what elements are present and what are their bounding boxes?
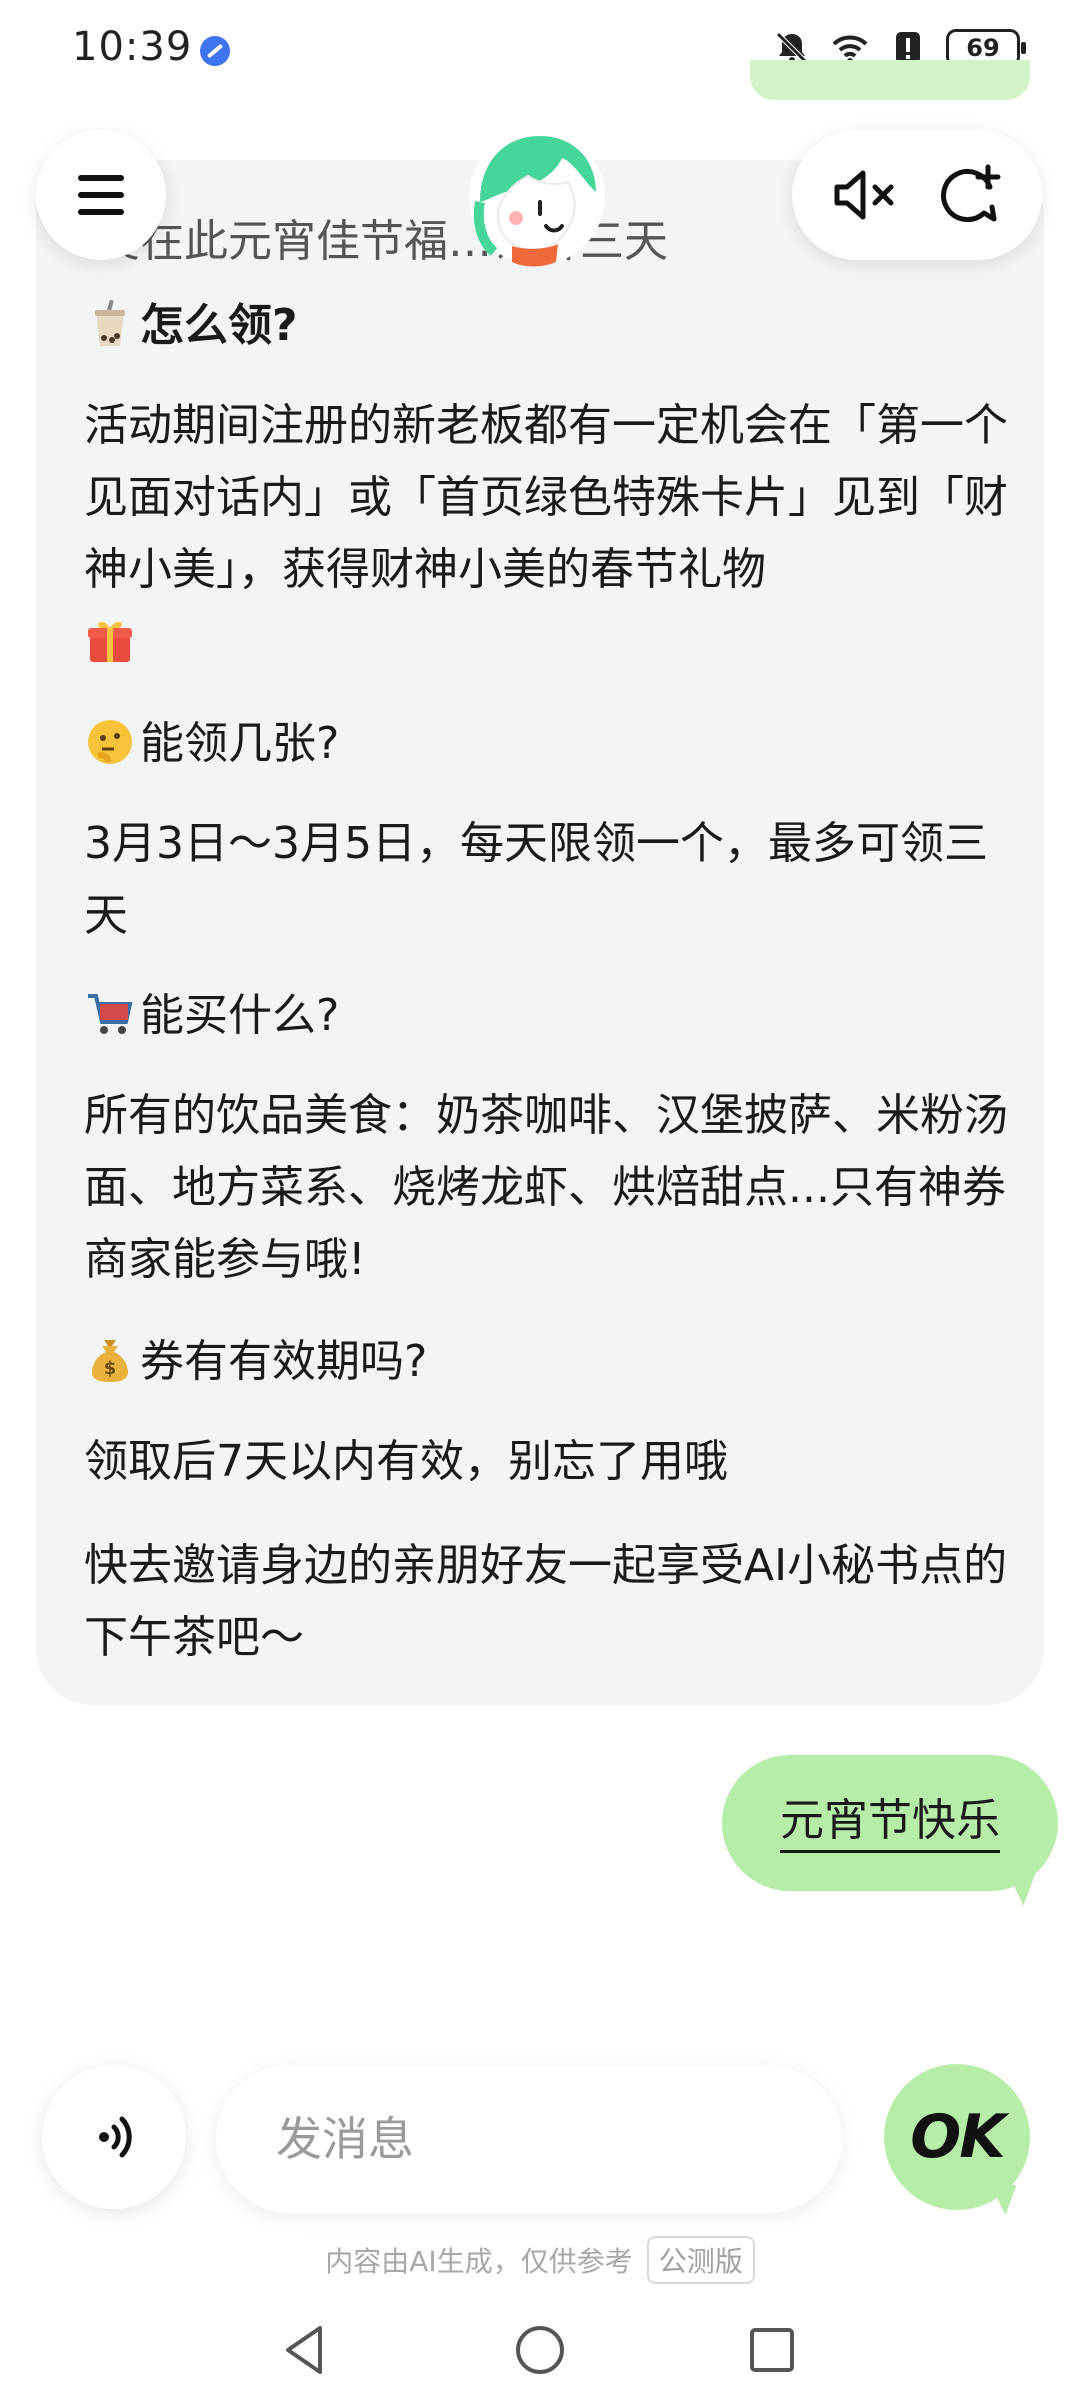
gift-emoji <box>88 621 132 662</box>
header-actions <box>792 130 1042 260</box>
voice-icon <box>99 2116 132 2158</box>
section-heading-text: 怎么领? <box>140 300 298 351</box>
money-bag-emoji: $ <box>92 1340 128 1382</box>
mute-icon[interactable] <box>827 157 903 233</box>
section-heading: 怎么领? <box>84 290 1014 362</box>
beta-tag: 公测版 <box>646 2236 755 2284</box>
section-heading: 能买什么? <box>84 980 1014 1052</box>
back-icon[interactable] <box>274 2318 338 2382</box>
thinking-emoji <box>88 720 132 764</box>
status-time: 10:39 <box>72 24 193 70</box>
cart-emoji <box>88 994 133 1034</box>
voice-input-button[interactable] <box>42 2065 186 2209</box>
ai-disclaimer: 内容由AI生成，仅供参考 公测版 <box>0 2236 1080 2284</box>
app-badge-icon <box>200 36 230 66</box>
battery-level: 69 <box>966 34 1000 62</box>
assistant-avatar[interactable] <box>462 122 612 272</box>
section-body: 3月3日～3月5日，每天限领一个，最多可领三天 <box>84 818 988 941</box>
section-heading-text: 能买什么? <box>140 990 340 1041</box>
menu-icon <box>78 175 124 215</box>
message-input[interactable] <box>216 2065 842 2213</box>
recent-apps-icon[interactable] <box>740 2318 804 2382</box>
previous-message-bubble <box>750 60 1030 100</box>
section-body: 领取后7天以内有效，别忘了用哦 <box>84 1436 728 1487</box>
gift-emoji-row <box>84 606 1014 678</box>
section-heading-text: 能领几张? <box>140 718 340 769</box>
svg-text:$: $ <box>104 1358 117 1379</box>
system-navigation-bar <box>0 2300 1080 2400</box>
menu-button[interactable] <box>36 130 166 260</box>
new-chat-icon[interactable] <box>932 157 1008 233</box>
user-message-text: 元宵节快乐 <box>780 1794 1000 1853</box>
section-heading: 能领几张? <box>84 708 1014 780</box>
send-button-label: OK <box>910 2102 1005 2172</box>
disclaimer-text: 内容由AI生成，仅供参考 <box>325 2245 633 2278</box>
section-body: 所有的饮品美食：奶茶咖啡、汉堡披萨、米粉汤面、地方菜系、烧烤龙虾、烘焙甜点...… <box>84 1090 1008 1285</box>
section-heading-text: 券有有效期吗? <box>140 1336 428 1387</box>
bubble-tea-emoji <box>95 299 125 346</box>
section-heading: $ 券有有效期吗? <box>84 1326 1014 1398</box>
section-body: 活动期间注册的新老板都有一定机会在「第一个见面对话内」或「首页绿色特殊卡片」见到… <box>84 400 1008 595</box>
home-icon[interactable] <box>508 2318 572 2382</box>
closing-text: 快去邀请身边的亲朋好友一起享受AI小秘书点的下午茶吧～ <box>84 1540 1008 1663</box>
